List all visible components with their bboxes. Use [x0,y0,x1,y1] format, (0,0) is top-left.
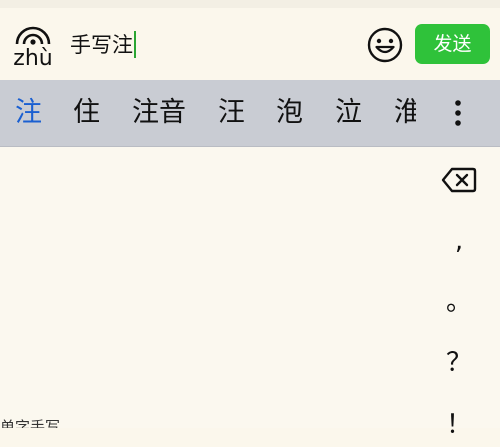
candidate-6[interactable]: 泣 [335,80,362,146]
more-candidates-button[interactable] [444,80,472,146]
comma-key[interactable]: , [440,219,478,263]
top-strip [0,0,500,8]
emoji-button[interactable] [366,26,404,64]
input-text-content: 手写注 [70,33,133,57]
wifi-arc-icon [15,26,51,45]
candidate-bar: 注 住 注音 汪 泡 泣 淮 [0,80,500,147]
candidate-2[interactable]: 住 [73,80,100,146]
send-button[interactable]: 发送 [415,24,490,64]
smiley-icon [367,27,403,63]
backspace-icon [441,167,477,193]
handwriting-input-text[interactable]: 手写注 [70,30,136,60]
candidate-7[interactable]: 淮 [394,80,416,146]
handwriting-area[interactable]: , 。 ？ ！ 单字手写 [0,147,500,440]
input-bar: zhù 手写注 发送 [0,8,500,80]
vertical-dots-icon [455,100,461,126]
text-caret [134,31,136,58]
pinyin-text: zhù [13,46,53,71]
candidate-1[interactable]: 注 [15,80,42,146]
period-key[interactable]: 。 [440,280,478,324]
candidate-4[interactable]: 汪 [218,80,245,146]
exclamation-key[interactable]: ！ [440,403,478,447]
candidate-3[interactable]: 注音 [132,80,186,146]
mode-label[interactable]: 单字手写 [0,417,60,428]
delete-key[interactable] [440,165,478,195]
candidate-5[interactable]: 泡 [276,80,303,146]
question-mark-key[interactable]: ？ [440,341,478,385]
pinyin-badge: zhù [8,20,58,78]
